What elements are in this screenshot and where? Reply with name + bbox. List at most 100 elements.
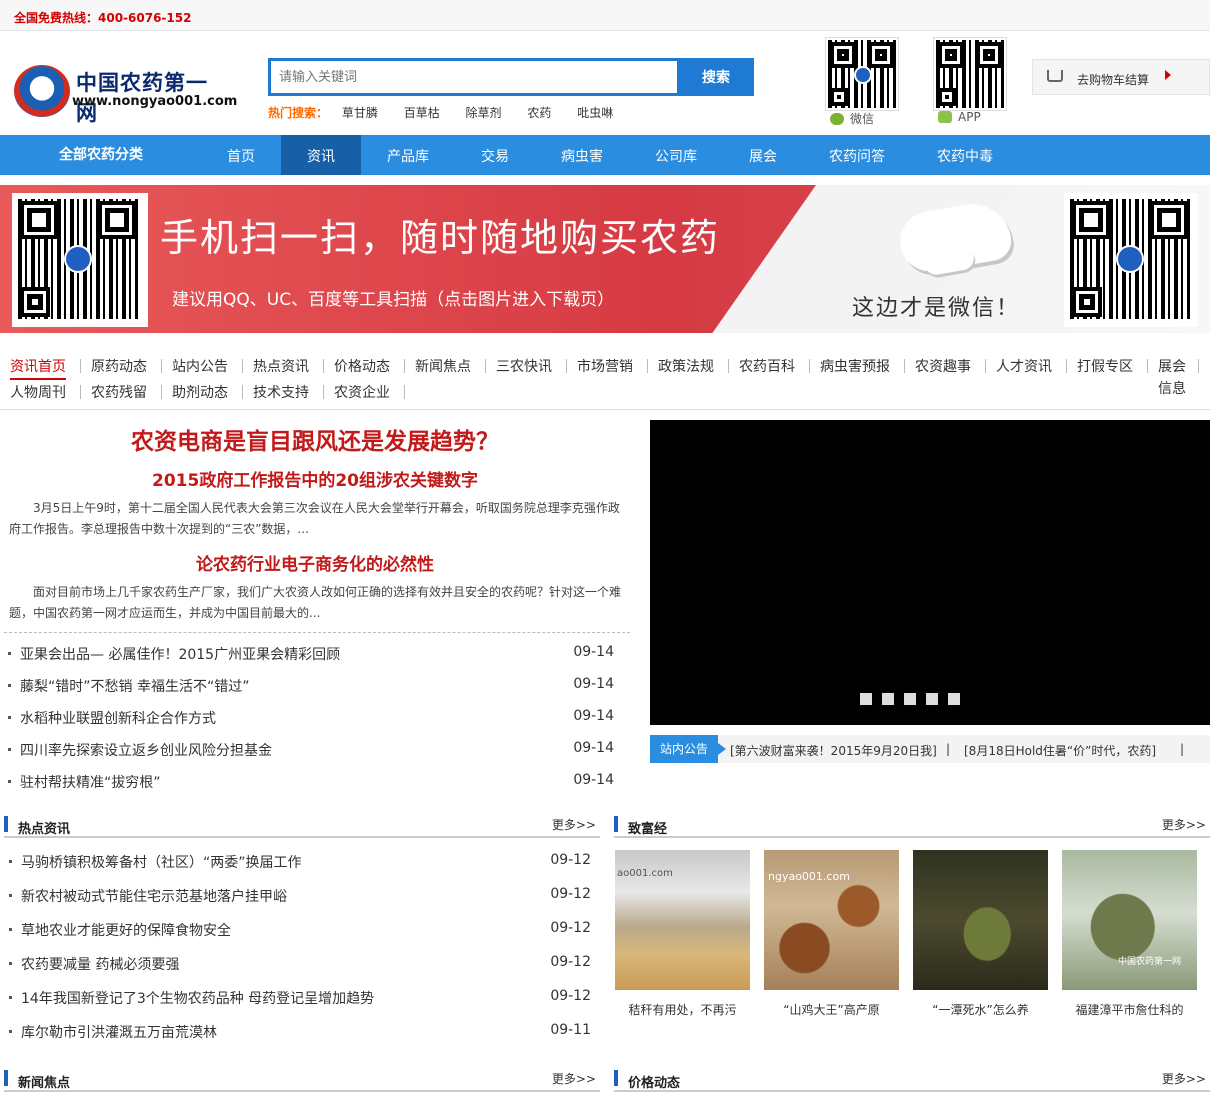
slideshow[interactable] (650, 420, 1210, 725)
hot-search-link[interactable]: 吡虫啉 (577, 106, 613, 120)
notice-separator: | (1180, 742, 1185, 756)
photo-caption[interactable]: 福建漳平市詹仕科的 (1062, 1001, 1197, 1018)
nav-item-home[interactable]: 首页 (202, 135, 280, 175)
list-item[interactable]: 马驹桥镇积极筹备村（社区）“两委”换届工作 09-12 (9, 852, 591, 872)
photo-turtle[interactable]: 中国农药第一网 (1062, 850, 1197, 990)
list-item[interactable]: 驻村帮扶精准“拔穷根” 09-14 (8, 772, 614, 792)
section-title: 新闻焦点 (18, 1076, 71, 1091)
notice-link[interactable]: [8月18日Hold住暑“价”时代，农药] (964, 742, 1156, 759)
site-notice-bar: 站内公告 [第六波财富来袭！2015年9月20日我] | [8月18日Hold住… (650, 735, 1210, 763)
tab-residue[interactable]: 农药残留 (91, 382, 147, 402)
app-qr-code (933, 37, 1007, 111)
tab-people[interactable]: 人物周刊 (10, 382, 66, 402)
list-item[interactable]: 库尔勒市引洪灌溉五万亩荒漠林 09-11 (9, 1022, 591, 1042)
banner-subline: 建议用QQ、UC、百度等工具扫描（点击图片进入下载页） (172, 290, 615, 310)
more-link[interactable]: 更多>> (552, 1070, 596, 1087)
list-item[interactable]: 藤梨“错时”不愁销 幸福生活不“错过” 09-14 (8, 676, 614, 696)
hot-search-link[interactable]: 除草剂 (466, 106, 502, 120)
list-item[interactable]: 四川率先探索设立返乡创业风险分担基金 09-14 (8, 740, 614, 760)
site-logo[interactable]: 中国农药第一网 www.nongyao001.com (14, 63, 237, 125)
more-link[interactable]: 更多>> (1162, 816, 1206, 833)
tab-raw-pesticide[interactable]: 原药动态 (91, 356, 147, 376)
header: 中国农药第一网 www.nongyao001.com 搜索 热门搜索： 草甘膦 … (0, 31, 1210, 135)
section-accent (614, 816, 618, 832)
tab-hot-news[interactable]: 热点资讯 (253, 356, 309, 376)
all-categories-button[interactable]: 全部农药分类 (0, 135, 202, 175)
slide-dot[interactable] (926, 693, 938, 705)
slide-dot[interactable] (948, 693, 960, 705)
hot-search-link[interactable]: 农药 (527, 106, 551, 120)
hot-search-link[interactable]: 百草枯 (404, 106, 440, 120)
list-item[interactable]: 水稻种业联盟创新科企合作方式 09-14 (8, 708, 614, 728)
cart-checkout-button[interactable]: 去购物车结算 (1032, 59, 1210, 95)
search-input[interactable] (268, 58, 680, 96)
arrow-right-icon (1165, 70, 1171, 80)
list-item[interactable]: 亚果会出品— 必属佳作！2015广州亚果会精彩回顾 09-14 (8, 644, 614, 664)
headline-sub-1[interactable]: 2015政府工作报告中的20组涉农关键数字 (0, 466, 630, 491)
section-accent (4, 816, 8, 832)
slide-dot[interactable] (904, 693, 916, 705)
tab-policy[interactable]: 政策法规 (658, 356, 714, 376)
list-item[interactable]: 农药要减量 药械必须要强 09-12 (9, 954, 591, 974)
app-download-banner[interactable]: 手机扫一扫，随时随地购买农药 建议用QQ、UC、百度等工具扫描（点击图片进入下载… (0, 185, 1210, 333)
more-link[interactable]: 更多>> (552, 816, 596, 833)
tab-adjuvant[interactable]: 助剂动态 (172, 382, 228, 402)
cart-icon (1047, 70, 1063, 82)
dashed-divider (4, 632, 630, 633)
section-title: 价格动态 (628, 1076, 681, 1091)
tab-pest-forecast[interactable]: 病虫害预报 (820, 356, 890, 376)
tab-fun-stories[interactable]: 农资趣事 (915, 356, 971, 376)
headline-main[interactable]: 农资电商是盲目跟风还是发展趋势？ (0, 422, 630, 456)
banner-headline: 手机扫一扫，随时随地购买农药 (160, 216, 721, 260)
nav-item-products[interactable]: 产品库 (372, 135, 444, 175)
photo-straw[interactable]: ao001.com (615, 850, 750, 990)
slideshow-dots (860, 693, 970, 709)
slide-dot[interactable] (860, 693, 872, 705)
notice-link[interactable]: [第六波财富来袭！2015年9月20日我] (730, 742, 937, 759)
tab-tech-support[interactable]: 技术支持 (253, 382, 309, 402)
search-button[interactable]: 搜索 (678, 58, 754, 96)
qr-label-app: APP (938, 110, 981, 124)
tab-expo-info[interactable]: 展会信息 (1158, 356, 1190, 400)
nav-item-expo[interactable]: 展会 (730, 135, 796, 175)
nav-item-poisoning[interactable]: 农药中毒 (926, 135, 1004, 175)
section-rich-header: 致富经 更多>> (614, 814, 1210, 838)
tab-anti-fake[interactable]: 打假专区 (1077, 356, 1133, 376)
photo-caption[interactable]: 秸秆有用处，不再污 (615, 1001, 750, 1018)
section-news-focus-header: 新闻焦点 更多>> (4, 1068, 600, 1092)
list-item[interactable]: 新农村被动式节能住宅示范基地落户挂甲峪 09-12 (9, 886, 591, 906)
tab-news-focus[interactable]: 新闻焦点 (415, 356, 471, 376)
tab-encyclopedia[interactable]: 农药百科 (739, 356, 795, 376)
list-item[interactable]: 14年我国新登记了3个生物农药品种 母药登记呈增加趋势 09-12 (9, 988, 591, 1008)
photo-caption[interactable]: “一潭死水”怎么养 (913, 1001, 1048, 1018)
photo-pheasant[interactable]: ngyao001.com (764, 850, 899, 990)
tab-price[interactable]: 价格动态 (334, 356, 390, 376)
tab-agri-flash[interactable]: 三农快讯 (496, 356, 552, 376)
hot-search-link[interactable]: 草甘膦 (342, 106, 378, 120)
headline-summary-1: 3月5日上午9时，第十二届全国人民代表大会第三次会议在人民大会堂举行开幕会，听取… (9, 501, 620, 536)
news-category-tabs: 资讯首页 原药动态 站内公告 热点资讯 价格动态 新闻焦点 三农快讯 市场营销 … (0, 350, 1210, 410)
tab-news-home[interactable]: 资讯首页 (10, 356, 66, 380)
nav-item-news[interactable]: 资讯 (281, 135, 361, 175)
nav-item-qa[interactable]: 农药问答 (818, 135, 896, 175)
nav-item-pests[interactable]: 病虫害 (546, 135, 618, 175)
photo-fish[interactable] (913, 850, 1048, 990)
tab-site-notice[interactable]: 站内公告 (172, 356, 228, 376)
banner-qr-left (12, 193, 148, 327)
list-item[interactable]: 草地农业才能更好的保障食物安全 09-12 (9, 920, 591, 940)
nav-item-trade[interactable]: 交易 (460, 135, 530, 175)
tab-marketing[interactable]: 市场营销 (577, 356, 633, 376)
headline-sub-2[interactable]: 论农药行业电子商务化的必然性 (0, 550, 630, 575)
tab-talent[interactable]: 人才资讯 (996, 356, 1052, 376)
wechat-qr-code (825, 37, 899, 111)
nav-item-companies[interactable]: 公司库 (640, 135, 712, 175)
section-accent (4, 1070, 8, 1086)
tab-agri-companies[interactable]: 农资企业 (334, 382, 390, 402)
slide-dot[interactable] (882, 693, 894, 705)
qr-label-wechat: 微信 (830, 110, 874, 127)
more-link[interactable]: 更多>> (1162, 1070, 1206, 1087)
logo-emblem-icon (14, 65, 70, 117)
photo-caption[interactable]: “山鸡大王”高产原 (764, 1001, 899, 1018)
section-accent (614, 1070, 618, 1086)
site-notice-tag: 站内公告 (650, 735, 726, 763)
